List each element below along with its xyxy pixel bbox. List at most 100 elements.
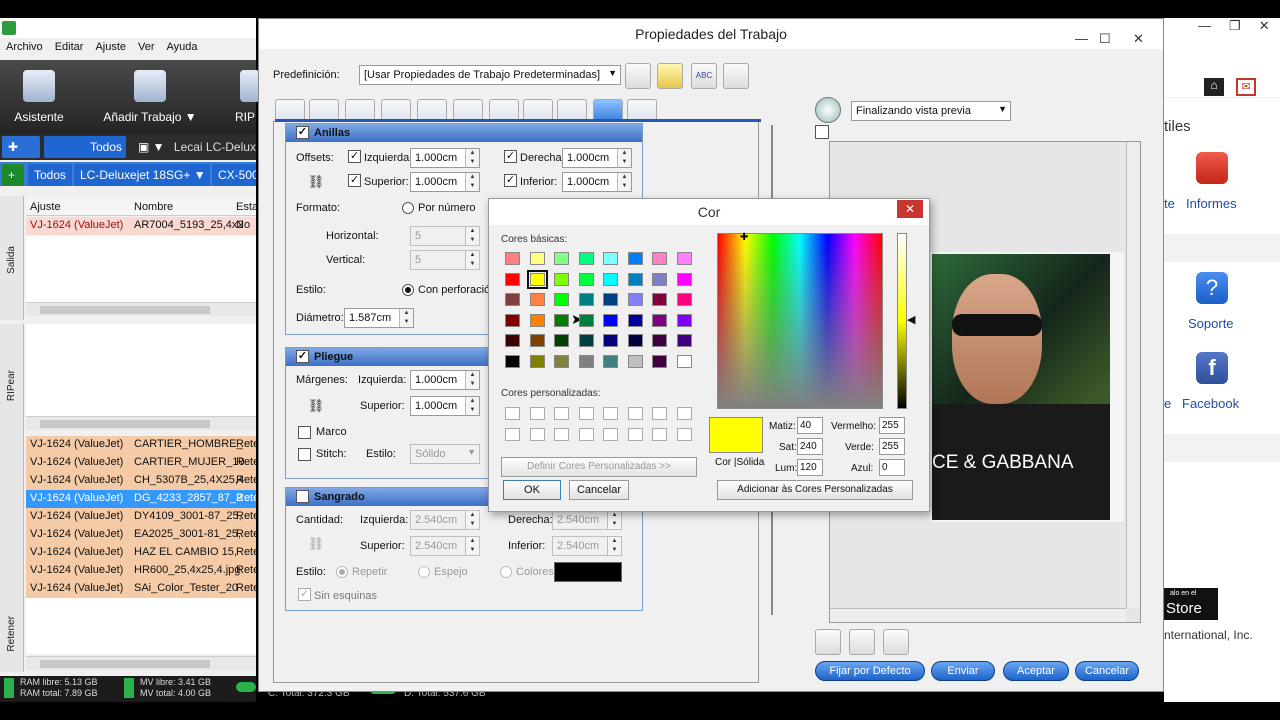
pliegue-izquierda-stepper[interactable]: 1.000cm ▲ ▼	[410, 370, 480, 390]
minimize-button[interactable]: —	[1075, 24, 1088, 54]
custom-color-slot[interactable]	[676, 407, 692, 420]
menu-archivo[interactable]: Archivo	[6, 41, 43, 55]
color-swatch[interactable]	[554, 252, 569, 265]
izquierda-checkbox[interactable]: ✓	[348, 150, 361, 163]
custom-color-slot[interactable]	[603, 407, 618, 420]
luminance-slider[interactable]	[897, 233, 907, 409]
table-row[interactable]: VJ-1624 (ValueJet) CH_5307B_25,4X25,4Rete	[26, 472, 256, 490]
spin-arrows-icon[interactable]: ▲ ▼	[465, 371, 479, 389]
tab-size-icon[interactable]	[275, 99, 305, 121]
informes-icon[interactable]	[1196, 152, 1228, 184]
color-swatch[interactable]	[505, 272, 520, 286]
marco-checkbox[interactable]	[298, 426, 311, 439]
color-swatch[interactable]	[603, 252, 618, 265]
preview-vscroll[interactable]	[1126, 142, 1140, 608]
table-row[interactable]: VJ-1624 (ValueJet) EA2025_3001-81_25,Rete	[26, 526, 256, 544]
color-spectrum[interactable]: ✚	[717, 232, 883, 409]
add-printer-icon[interactable]: +	[2, 164, 24, 186]
pointer-tool-icon[interactable]	[815, 629, 841, 655]
color-swatch[interactable]	[505, 354, 520, 368]
repetir-radio[interactable]	[336, 566, 348, 578]
app-store-badge[interactable]: alo en el Store	[1164, 588, 1218, 620]
col-estado[interactable]: Esta	[236, 201, 258, 213]
superior-checkbox[interactable]: ✓	[348, 174, 361, 187]
sangrado-inferior-stepper[interactable]: 2.540cm ▲ ▼	[552, 536, 622, 556]
retener-sidebar[interactable]: Retener	[0, 436, 24, 672]
ripear-sidebar[interactable]: RIPear	[0, 324, 24, 448]
tab-film-icon[interactable]	[381, 99, 411, 121]
color-swatch[interactable]	[627, 252, 643, 265]
color-swatch[interactable]	[603, 313, 618, 327]
color-swatch[interactable]	[505, 252, 520, 265]
color-swatch[interactable]	[676, 354, 692, 368]
save-preset-icon[interactable]	[625, 63, 651, 89]
spin-arrows-icon[interactable]: ▲ ▼	[465, 397, 479, 415]
spin-arrows-icon[interactable]: ▲ ▼	[607, 537, 621, 555]
color-swatch[interactable]	[578, 313, 594, 327]
con-perforacion-radio[interactable]	[402, 284, 414, 296]
spin-arrows-icon[interactable]: ▲ ▼	[465, 173, 479, 191]
color-swatch[interactable]	[652, 313, 667, 327]
soporte-link[interactable]: Soporte	[1188, 316, 1234, 331]
custom-color-slot[interactable]	[627, 427, 643, 441]
spin-arrows-icon[interactable]: ▲ ▼	[465, 537, 479, 555]
matiz-input[interactable]: 40	[797, 417, 823, 434]
spin-arrows-icon[interactable]: ▲ ▼	[465, 511, 479, 529]
tab-tile-icon[interactable]	[417, 99, 447, 121]
preview-mode-select[interactable]: Finalizando vista previa ▼	[851, 101, 1011, 121]
derecha-stepper[interactable]: 1.000cm ▲ ▼	[562, 148, 632, 168]
anadir-trabajo-button[interactable]: Añadir Trabajo ▼	[100, 70, 200, 124]
tab-color-icon[interactable]	[489, 99, 519, 121]
delete-preset-icon[interactable]	[723, 63, 749, 89]
table-row[interactable]: VJ-1624 (ValueJet) HR600_25,4x25,4.jpg Ret…	[26, 562, 256, 580]
table-row[interactable]: VJ-1624 (ValueJet) AR7004_5193_25,4x2 No	[26, 217, 256, 235]
color-swatch[interactable]	[627, 313, 643, 327]
tab-rotate-icon[interactable]	[309, 99, 339, 121]
predef-select[interactable]: [Usar Propiedades de Trabajo Predetermin…	[359, 65, 621, 85]
inferior-checkbox[interactable]: ✓	[504, 174, 517, 187]
color-swatch[interactable]	[627, 293, 643, 306]
color-swatch[interactable]	[529, 293, 545, 306]
enviar-button[interactable]: Enviar	[931, 661, 995, 681]
tab-pencil-icon[interactable]	[627, 99, 657, 121]
menu-ver[interactable]: Ver	[138, 41, 155, 55]
pliegue-checkbox[interactable]: ✓	[296, 350, 309, 363]
menu-ayuda[interactable]: Ayuda	[167, 41, 198, 55]
col-ajuste[interactable]: Ajuste	[30, 201, 61, 213]
stitch-checkbox[interactable]	[298, 448, 311, 461]
spin-arrows-icon[interactable]: ▲ ▼	[465, 227, 479, 245]
preview-toggle[interactable]	[815, 125, 829, 139]
sat-input[interactable]: 240	[797, 438, 823, 455]
custom-color-slot[interactable]	[554, 407, 569, 420]
sangrado-checkbox[interactable]	[296, 490, 309, 503]
estilo-select[interactable]: Sólido ▼	[410, 444, 480, 464]
color-swatch[interactable]	[529, 334, 545, 347]
col-nombre[interactable]: Nombre	[134, 201, 173, 213]
cancelar-button[interactable]: Cancelar	[1075, 661, 1139, 681]
colores-radio[interactable]	[500, 566, 512, 578]
spin-arrows-icon[interactable]: ▲ ▼	[465, 149, 479, 167]
grid3-hscroll[interactable]	[26, 656, 256, 670]
color-swatch[interactable]	[578, 354, 594, 368]
color-swatch[interactable]	[676, 293, 692, 306]
color-swatch[interactable]	[603, 293, 618, 306]
color-swatch[interactable]	[578, 272, 594, 286]
close-button[interactable]: ✕	[1133, 24, 1144, 54]
tab-layers-icon[interactable]	[523, 99, 553, 121]
color-swatch[interactable]	[578, 293, 594, 306]
spin-arrows-icon[interactable]: ▲ ▼	[399, 309, 413, 327]
facebook-link[interactable]: Facebook	[1182, 396, 1239, 411]
color-swatch[interactable]	[578, 334, 594, 347]
informes-link[interactable]: Informes	[1186, 196, 1237, 211]
link-icon[interactable]: ⛓	[306, 172, 326, 192]
grid1-hscroll[interactable]	[26, 302, 256, 316]
zoom-fit-icon[interactable]	[883, 629, 909, 655]
right-window-controls[interactable]: — ❐ ✕	[1198, 18, 1270, 34]
add-custom-color-button[interactable]: Adicionar às Cores Personalizadas	[717, 480, 913, 500]
anillas-checkbox[interactable]: ✓	[296, 126, 309, 139]
custom-color-slot[interactable]	[603, 427, 618, 441]
color-swatch[interactable]	[529, 313, 545, 327]
add-queue-icon[interactable]: ✚	[2, 136, 40, 158]
color-swatch[interactable]	[554, 354, 569, 368]
bleed-color-swatch[interactable]	[554, 562, 622, 582]
